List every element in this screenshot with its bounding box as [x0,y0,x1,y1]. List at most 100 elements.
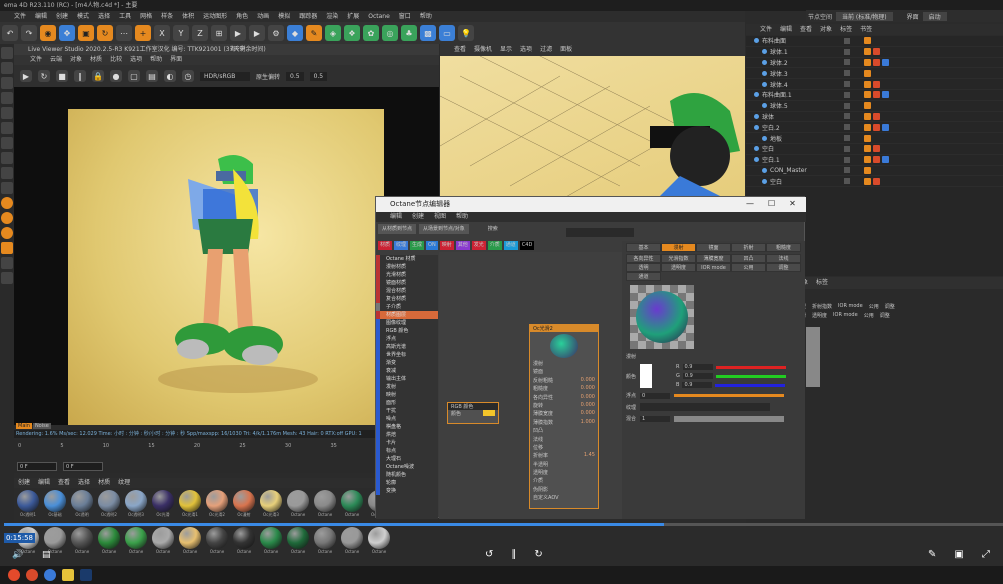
menu-item-8[interactable]: 体积 [182,11,194,22]
prop-tab-1-0[interactable]: 各向异性 [626,254,661,263]
lvs-menu-item-2[interactable]: 对象 [70,55,82,65]
node-input-row[interactable]: 介质 [530,477,598,485]
material-swatch[interactable]: Oc光滑2 [205,490,229,524]
r-input[interactable]: 0.9 [682,364,713,370]
volume-icon[interactable]: 🔊 [12,550,23,560]
object-row[interactable]: 地板 [746,133,1003,144]
object-tab-5[interactable]: 书签 [860,24,872,35]
node-category-19[interactable]: 干扰 [376,407,438,415]
object-row[interactable]: 球体.3 [746,68,1003,80]
visibility-check[interactable] [844,156,850,163]
mat-menu-item-0[interactable]: 创建 [18,478,30,488]
render-picture-icon[interactable]: ▶ [249,25,265,41]
menu-item-11[interactable]: 动画 [257,11,269,22]
mat-menu-item-5[interactable]: 纹理 [118,478,130,488]
rotate-icon[interactable]: ↻ [97,25,113,41]
refresh-icon[interactable]: ↻ [38,70,50,82]
prop-tab-2-1[interactable]: 透明度 [661,263,696,272]
tag-icon[interactable] [864,69,871,77]
menu-item-2[interactable]: 创建 [56,11,68,22]
node-input-row[interactable]: 旋转 0.000 [530,402,598,410]
maximize-icon[interactable]: ☐ [768,199,775,208]
node-input-row[interactable]: 镜面 [530,368,598,376]
close-icon[interactable]: ✕ [789,199,796,208]
menu-item-7[interactable]: 样条 [161,11,173,22]
node-category-10[interactable]: 浮点 [376,335,438,343]
node-editor-button-1[interactable]: 从场景到节点/对象 [419,224,469,234]
menu-item-16[interactable]: Octane [368,11,390,22]
lvs-menu-item-5[interactable]: 选项 [130,55,142,65]
glossy-material-node[interactable]: Oc光滑2 漫射 镜面 反射粗糙 0.000 粗糙度 0.000 各向异性 0.000 旋转 0.… [529,324,599,509]
scene-icon[interactable]: ♣ [401,25,417,41]
material-swatch[interactable]: Octane [340,490,364,524]
lvs-menu-item-4[interactable]: 比较 [110,55,122,65]
node-menu-item-3[interactable]: 帮助 [456,212,468,222]
object-tab-4[interactable]: 标签 [840,24,852,35]
browser-icon[interactable] [26,569,38,581]
s-icon[interactable] [1,197,13,209]
noise-tag[interactable]: Noise [32,423,51,429]
material-swatch[interactable]: Oc漫射 [232,490,256,524]
object-tab-3[interactable]: 对象 [820,24,832,35]
scale-icon[interactable]: ▣ [78,25,94,41]
material-swatch[interactable]: Octane [286,527,310,561]
node-tab-0[interactable]: 材质 [378,241,393,250]
tool-icon[interactable] [1,92,13,104]
danmaku-icon[interactable]: ▤ [42,550,51,560]
object-tab-0[interactable]: 文件 [760,24,772,35]
float-slider[interactable] [674,394,785,397]
mat-menu-item-3[interactable]: 选择 [78,478,90,488]
r-slider[interactable] [715,365,786,369]
node-category-25[interactable]: 大理石 [376,455,438,463]
attr-row2-item-2[interactable]: IOR mode [833,312,858,319]
node-tab-3[interactable]: ON [426,241,438,250]
visibility-check[interactable] [844,70,850,77]
color-mode-dropdown[interactable]: HDR/sRGB [200,71,250,81]
material-swatch[interactable]: Oc基础 [43,490,67,524]
node-input-row[interactable]: 伪阴影 [530,486,598,494]
material-swatch[interactable]: Octane [205,527,229,561]
video-progress[interactable] [4,523,1003,526]
magnet-icon[interactable] [1,242,13,254]
material-swatch[interactable]: Octane [97,527,121,561]
mix-slider[interactable] [674,415,785,422]
tag-icon[interactable] [873,123,880,131]
material-swatch[interactable]: Octane [313,527,337,561]
menu-item-14[interactable]: 渲染 [326,11,338,22]
object-row[interactable]: 空白 [746,176,1003,188]
node-canvas[interactable]: RGB 颜色 颜色 Oc光滑2 漫射 镜面 反射粗糙 0.000 粗糙度 0.000 各向异… [439,252,624,519]
forward-30-icon[interactable]: ↻ [534,549,542,560]
tick-label-7[interactable]: 35 [330,443,336,455]
tool-icon[interactable] [1,77,13,89]
visibility-check[interactable] [844,145,850,152]
node-input-row[interactable]: 反射粗糙 0.000 [530,377,598,385]
array-icon[interactable]: ❖ [344,25,360,41]
node-category-7[interactable]: 材质图层 [376,311,438,319]
object-row[interactable]: 球体 [746,112,1003,123]
attr-row2-item-1[interactable]: 透明度 [812,312,827,319]
node-category-24[interactable]: 标点 [376,447,438,455]
material-swatch[interactable]: Octane [232,527,256,561]
node-category-9[interactable]: RGB 颜色 [376,327,438,335]
node-tab-5[interactable]: 其他 [455,241,470,250]
visibility-check[interactable] [844,37,850,44]
node-tab-1[interactable]: 纹理 [394,241,409,250]
pip-icon[interactable]: ▣ [954,549,963,560]
menu-item-5[interactable]: 工具 [119,11,131,22]
prop-tab-1-1[interactable]: 光滑指数 [661,254,696,263]
viewport-3d[interactable] [440,56,745,196]
prop-tab-1-3[interactable]: 凹凸 [731,254,766,263]
cube-icon[interactable]: ◆ [287,25,303,41]
material-swatch[interactable]: Octane [313,490,337,524]
lvs-menu-item-1[interactable]: 云端 [50,55,62,65]
node-category-27[interactable]: 随机颜色 [376,471,438,479]
tag-icon[interactable] [864,102,871,110]
node-category-0[interactable]: Octane 材质 [376,255,438,263]
menu-item-17[interactable]: 窗口 [399,11,411,22]
menu-item-13[interactable]: 跟踪器 [299,11,317,22]
prop-tab-2-2[interactable]: IOR mode [696,263,731,272]
redo-icon[interactable]: ↷ [21,25,37,41]
render-view-icon[interactable]: ▶ [230,25,246,41]
object-row[interactable]: 布料曲面.1 [746,90,1003,101]
region-icon[interactable]: ▢ [128,70,140,82]
